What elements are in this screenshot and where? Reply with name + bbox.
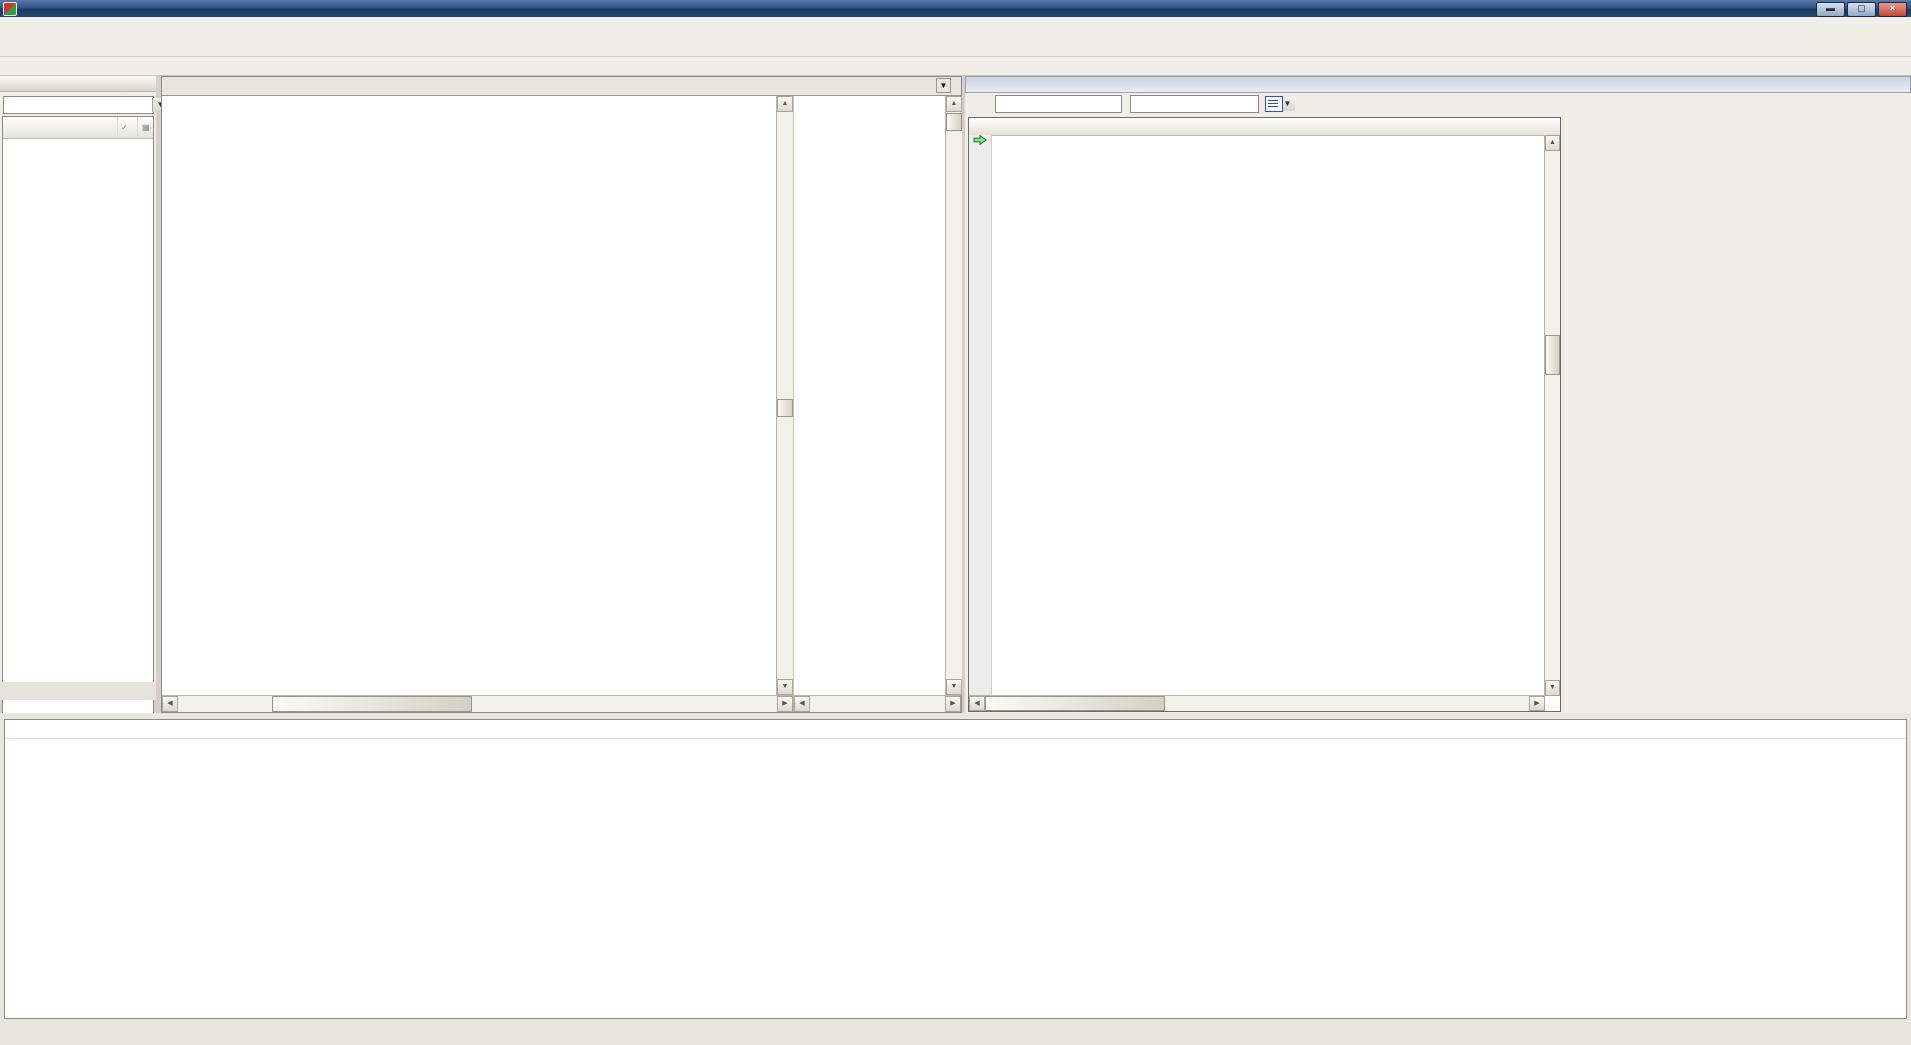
- log-header: [5, 720, 1906, 739]
- configuration-value: [4, 98, 152, 112]
- scroll-down-icon[interactable]: ▼: [946, 679, 962, 695]
- title-bar: ▬ ▢ ×: [0, 0, 1911, 17]
- editor-window: ▼ ▲ ▼ ▲ ▼ ◀ ▶ ◀ ▶: [161, 76, 962, 713]
- scroll-left-icon[interactable]: ◀: [794, 696, 810, 712]
- editor-vertical-scrollbar[interactable]: ▲ ▼: [776, 96, 793, 695]
- scroll-right-icon[interactable]: ▶: [777, 696, 793, 712]
- editor-second-vertical-scrollbar[interactable]: ▲ ▼: [945, 96, 962, 695]
- log-panel: [0, 713, 1911, 1045]
- disassembly-panel: ▼ ▼ ▲ ▼ ◀ ▶: [965, 76, 1911, 713]
- scroll-right-icon[interactable]: ▶: [1529, 696, 1545, 711]
- scrollbar-thumb[interactable]: [985, 696, 1165, 711]
- scroll-up-icon[interactable]: ▲: [777, 96, 793, 112]
- disassembly-pane: ▲ ▼ ◀ ▶: [968, 117, 1561, 712]
- files-tree: [3, 139, 153, 715]
- scroll-left-icon[interactable]: ◀: [162, 696, 178, 712]
- output-column-icon: ▦: [142, 123, 150, 132]
- disassembly-controls: ▼ ▼: [965, 93, 1911, 115]
- scroll-down-icon[interactable]: ▼: [1545, 680, 1560, 696]
- editor-horizontal-scrollbar[interactable]: ◀ ▶: [162, 695, 793, 712]
- disassembly-gutter: [969, 135, 992, 696]
- main-toolbar: [0, 34, 1911, 57]
- scroll-left-icon[interactable]: ◀: [969, 696, 985, 711]
- scroll-up-icon[interactable]: ▲: [1545, 135, 1560, 151]
- goto-input[interactable]: [996, 97, 1144, 111]
- maximize-button[interactable]: ▢: [1847, 2, 1876, 17]
- files-tree-header: ✓ ▦: [3, 117, 153, 139]
- chevron-down-icon[interactable]: ▼: [936, 78, 951, 93]
- disassembly-column-header: [969, 118, 1560, 136]
- scroll-right-icon[interactable]: ▶: [945, 696, 961, 712]
- workspace-panel: ▼ ✓ ▦: [0, 76, 168, 716]
- scrollbar-thumb[interactable]: [946, 113, 962, 131]
- goto-combobox[interactable]: ▼: [995, 95, 1160, 113]
- debug-toolbar: [0, 57, 1911, 76]
- view-mode-value: [1131, 97, 1279, 111]
- workspace-header: [0, 76, 156, 92]
- view-mode-dropdown[interactable]: ▼: [1130, 95, 1295, 113]
- close-button[interactable]: ×: [1878, 2, 1907, 17]
- workspace-tabs: [0, 682, 156, 700]
- scrollbar-thumb[interactable]: [777, 399, 793, 417]
- disassembly-title-bar[interactable]: [965, 76, 1911, 93]
- build-status-column-icon: ✓: [121, 123, 128, 132]
- disassembly-vertical-scrollbar[interactable]: ▲ ▼: [1544, 135, 1560, 696]
- disassembly-listing[interactable]: [991, 135, 1545, 696]
- menu-bar: [0, 17, 1911, 35]
- disassembly-context-icon[interactable]: [1265, 96, 1283, 112]
- scroll-up-icon[interactable]: ▲: [946, 96, 962, 112]
- configuration-dropdown[interactable]: ▼: [3, 96, 168, 114]
- log-window: [4, 719, 1907, 1019]
- editor-split-pane-blank: [793, 96, 946, 695]
- disassembly-horizontal-scrollbar[interactable]: ◀ ▶: [969, 695, 1545, 711]
- files-tree-box: ✓ ▦: [2, 116, 154, 716]
- code-editor[interactable]: [162, 96, 776, 695]
- editor-tab-bar: [162, 77, 961, 96]
- execution-point-arrow-icon: [973, 135, 987, 145]
- scrollbar-thumb[interactable]: [272, 696, 472, 712]
- scroll-down-icon[interactable]: ▼: [777, 679, 793, 695]
- editor-second-horizontal-scrollbar[interactable]: ◀ ▶: [793, 695, 961, 712]
- scrollbar-thumb[interactable]: [1545, 335, 1560, 375]
- minimize-button[interactable]: ▬: [1816, 2, 1845, 17]
- app-icon: [3, 1, 17, 16]
